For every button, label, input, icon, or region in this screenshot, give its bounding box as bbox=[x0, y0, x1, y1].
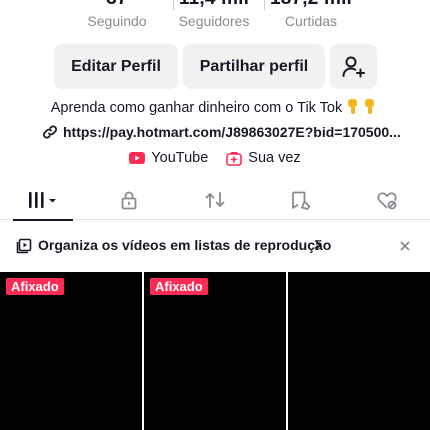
tab-private[interactable] bbox=[86, 180, 172, 220]
platform-links: YouTube Sua vez bbox=[0, 148, 430, 168]
active-tab-indicator bbox=[13, 219, 73, 221]
likes-label: Curtidas bbox=[284, 13, 338, 29]
followers-stat[interactable]: 11,4 mil Seguidores bbox=[159, 0, 269, 40]
youtube-link[interactable]: YouTube bbox=[129, 150, 208, 166]
close-icon[interactable] bbox=[399, 239, 411, 257]
pinned-badge: Afixado bbox=[6, 278, 64, 295]
following-count: 37 bbox=[62, 0, 172, 10]
tab-reposts[interactable] bbox=[172, 180, 258, 220]
person-plus-icon bbox=[342, 56, 365, 77]
playlist-banner[interactable]: Organiza os vídeos em listas de reproduç… bbox=[0, 230, 430, 262]
youtube-label: YouTube bbox=[151, 150, 209, 166]
bio-link[interactable]: https://pay.hotmart.com/J89863027E?bid=1… bbox=[42, 122, 401, 142]
favorites-icon bbox=[292, 191, 311, 210]
add-platform-link[interactable]: Sua vez bbox=[226, 150, 301, 166]
tab-videos[interactable] bbox=[0, 180, 86, 221]
profile-bio: Aprenda como ganhar dinheiro com o Tik T… bbox=[0, 98, 430, 116]
add-platform-label: Sua vez bbox=[248, 150, 301, 166]
video-grid: Afixado Afixado bbox=[0, 272, 430, 430]
video-thumbnail[interactable]: Afixado bbox=[0, 272, 142, 430]
tab-liked[interactable] bbox=[344, 180, 430, 220]
video-thumbnail[interactable]: Afixado bbox=[144, 272, 286, 430]
share-profile-button[interactable]: Partilhar perfil bbox=[183, 44, 325, 89]
repost-icon bbox=[205, 192, 225, 208]
liked-icon bbox=[377, 192, 397, 210]
add-friend-button[interactable] bbox=[330, 44, 377, 89]
likes-stat[interactable]: 187,2 mil Curtidas bbox=[256, 0, 366, 40]
playlist-banner-text: Organiza os vídeos em listas de reproduç… bbox=[38, 237, 332, 253]
profile-tabs bbox=[0, 180, 430, 221]
bio-text: Aprenda como ganhar dinheiro com o Tik T… bbox=[50, 100, 343, 116]
followers-count: 11,4 mil bbox=[159, 0, 269, 10]
videos-grid-icon bbox=[29, 192, 56, 208]
tab-favorites[interactable] bbox=[258, 180, 344, 220]
lock-icon bbox=[121, 191, 137, 210]
pointing-down-emoji-icon bbox=[345, 98, 379, 115]
followers-label: Seguidores bbox=[178, 13, 250, 29]
video-thumbnail[interactable] bbox=[288, 272, 430, 430]
youtube-icon bbox=[129, 152, 146, 164]
link-icon bbox=[42, 124, 58, 140]
likes-count: 187,2 mil bbox=[256, 0, 366, 10]
chevron-right-icon bbox=[313, 238, 323, 257]
edit-profile-button[interactable]: Editar Perfil bbox=[54, 44, 178, 89]
following-stat[interactable]: 37 Seguindo bbox=[62, 0, 172, 40]
pinned-badge: Afixado bbox=[150, 278, 208, 295]
playlist-icon bbox=[16, 238, 32, 259]
profile-stats: 37 Seguindo 11,4 mil Seguidores 187,2 mi… bbox=[0, 0, 430, 40]
following-label: Seguindo bbox=[87, 13, 147, 29]
bio-link-text: https://pay.hotmart.com/J89863027E?bid=1… bbox=[63, 124, 401, 140]
add-platform-icon bbox=[226, 151, 243, 166]
